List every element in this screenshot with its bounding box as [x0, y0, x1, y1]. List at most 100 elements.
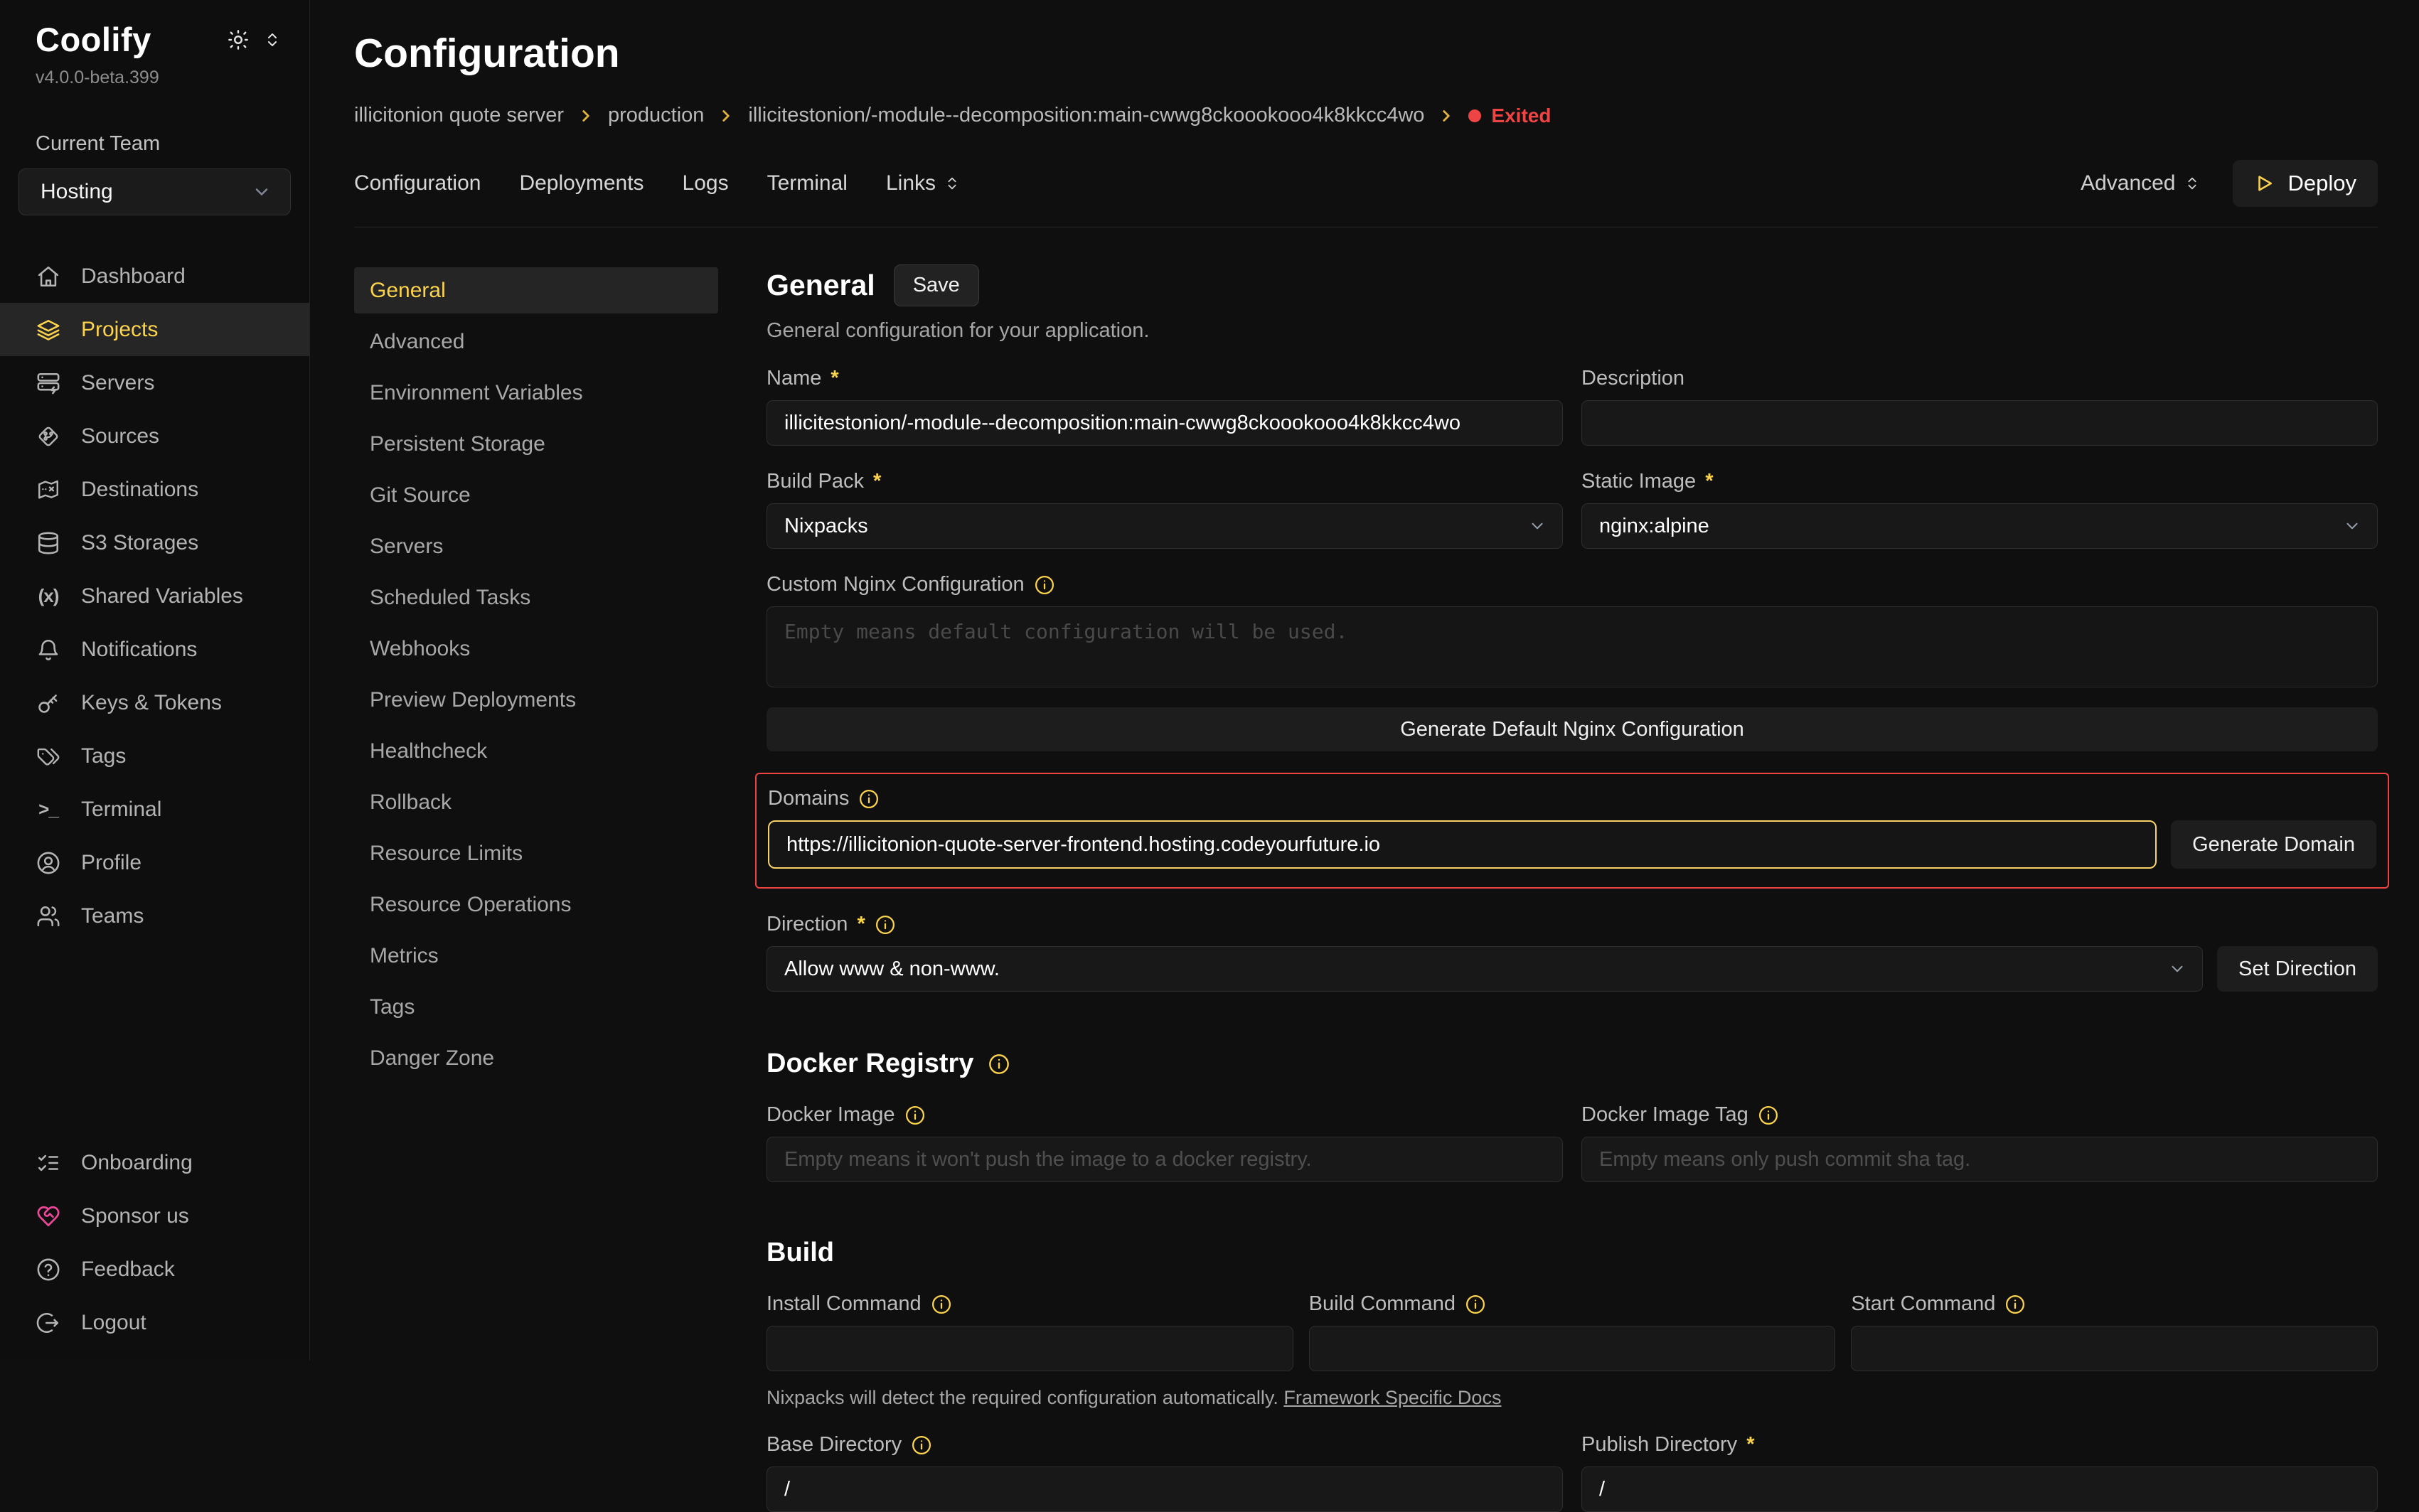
sidebar-item-tags[interactable]: Tags [0, 729, 309, 783]
sidebar-item-dashboard[interactable]: Dashboard [0, 250, 309, 303]
team-select[interactable]: Hosting [18, 168, 291, 215]
direction-value: Allow www & non-www. [784, 958, 1000, 981]
subnav-scheduled-tasks[interactable]: Scheduled Tasks [354, 574, 718, 621]
sidebar-item-shared-variables[interactable]: (x) Shared Variables [0, 569, 309, 623]
start-command-label: Start Command [1851, 1292, 1995, 1316]
tab-links[interactable]: Links [886, 171, 960, 195]
sidebar-item-servers[interactable]: Servers [0, 356, 309, 409]
info-icon[interactable] [904, 1105, 926, 1126]
sidebar-item-label: Sources [81, 424, 159, 449]
subnav-metrics[interactable]: Metrics [354, 933, 718, 979]
subnav-healthcheck[interactable]: Healthcheck [354, 728, 718, 774]
domains-input[interactable] [768, 820, 2157, 869]
sidebar-item-terminal[interactable]: >_ Terminal [0, 783, 309, 836]
info-icon[interactable] [911, 1435, 932, 1456]
general-subtitle: General configuration for your applicati… [767, 319, 2378, 343]
info-icon[interactable] [875, 914, 896, 935]
direction-select[interactable]: Allow www & non-www. [767, 946, 2203, 992]
subnav-advanced[interactable]: Advanced [354, 318, 718, 365]
static-image-select[interactable]: nginx:alpine [1581, 503, 2378, 549]
advanced-menu[interactable]: Advanced [2081, 171, 2199, 195]
sidebar-item-feedback[interactable]: Feedback [0, 1243, 309, 1296]
info-icon[interactable] [1465, 1294, 1486, 1315]
domains-highlight-box: Domains Generate Domain [755, 773, 2389, 889]
chevron-down-icon [2168, 960, 2186, 978]
sidebar-item-keys-tokens[interactable]: Keys & Tokens [0, 676, 309, 729]
info-icon[interactable] [931, 1294, 952, 1315]
generate-domain-button[interactable]: Generate Domain [2171, 820, 2376, 869]
info-icon[interactable] [1034, 574, 1055, 596]
map-icon [36, 477, 61, 503]
chevrons-up-down-icon [2184, 176, 2200, 191]
tab-bar: Configuration Deployments Logs Terminal … [354, 160, 2378, 227]
sidebar-item-label: Sponsor us [81, 1204, 189, 1228]
tab-deployments[interactable]: Deployments [519, 171, 644, 195]
sidebar-collapse-icon[interactable] [264, 31, 281, 48]
tab-logs[interactable]: Logs [683, 171, 729, 195]
base-directory-input[interactable] [767, 1467, 1563, 1512]
custom-nginx-textarea[interactable] [767, 606, 2378, 687]
subnav-preview-deployments[interactable]: Preview Deployments [354, 677, 718, 723]
info-icon[interactable] [988, 1053, 1010, 1076]
team-select-value: Hosting [41, 180, 113, 204]
sidebar-item-onboarding[interactable]: Onboarding [0, 1136, 309, 1189]
subnav-servers[interactable]: Servers [354, 523, 718, 569]
docker-image-tag-group: Docker Image Tag [1581, 1079, 2378, 1182]
install-command-input[interactable] [767, 1326, 1293, 1371]
info-icon[interactable] [858, 788, 880, 810]
sidebar-item-notifications[interactable]: Notifications [0, 623, 309, 676]
theme-sun-icon[interactable] [227, 28, 250, 51]
save-button[interactable]: Save [894, 264, 979, 306]
generate-nginx-button[interactable]: Generate Default Nginx Configuration [767, 707, 2378, 751]
sidebar-footer-nav: Onboarding Sponsor us Feedback Logout [0, 1136, 309, 1349]
framework-docs-link[interactable]: Framework Specific Docs [1283, 1387, 1501, 1408]
sidebar-item-sources[interactable]: Sources [0, 409, 309, 463]
install-command-label: Install Command [767, 1292, 922, 1316]
sidebar-item-teams[interactable]: Teams [0, 889, 309, 943]
build-command-input[interactable] [1309, 1326, 1836, 1371]
subnav-danger-zone[interactable]: Danger Zone [354, 1035, 718, 1081]
subnav-tags[interactable]: Tags [354, 984, 718, 1030]
sidebar-item-logout[interactable]: Logout [0, 1296, 309, 1349]
publish-directory-input[interactable] [1581, 1467, 2378, 1512]
home-icon [36, 264, 61, 289]
docker-image-input[interactable] [767, 1137, 1563, 1182]
name-input[interactable] [767, 400, 1563, 446]
tab-configuration[interactable]: Configuration [354, 171, 481, 195]
sidebar-item-label: Servers [81, 371, 154, 395]
build-pack-select[interactable]: Nixpacks [767, 503, 1563, 549]
sidebar-item-destinations[interactable]: Destinations [0, 463, 309, 516]
subnav-resource-limits[interactable]: Resource Limits [354, 830, 718, 876]
tab-terminal[interactable]: Terminal [767, 171, 848, 195]
info-icon[interactable] [1758, 1105, 1779, 1126]
play-icon [2254, 173, 2275, 194]
docker-image-tag-label: Docker Image Tag [1581, 1103, 1748, 1127]
breadcrumb-environment[interactable]: production [608, 104, 704, 127]
custom-nginx-label: Custom Nginx Configuration [767, 573, 1025, 596]
breadcrumb-project[interactable]: illicitonion quote server [354, 104, 564, 127]
subnav-persistent-storage[interactable]: Persistent Storage [354, 421, 718, 467]
subnav-general[interactable]: General [354, 267, 718, 313]
subnav-environment-variables[interactable]: Environment Variables [354, 370, 718, 416]
subnav-webhooks[interactable]: Webhooks [354, 626, 718, 672]
sidebar-item-sponsor-us[interactable]: Sponsor us [0, 1189, 309, 1243]
version-label: v4.0.0-beta.399 [0, 68, 309, 88]
docker-image-tag-input[interactable] [1581, 1137, 2378, 1182]
install-command-group: Install Command [767, 1268, 1293, 1371]
sidebar-item-projects[interactable]: Projects [0, 303, 309, 356]
deploy-button[interactable]: Deploy [2233, 160, 2378, 207]
set-direction-button[interactable]: Set Direction [2217, 946, 2378, 992]
domains-label: Domains [768, 787, 849, 810]
subnav-rollback[interactable]: Rollback [354, 779, 718, 825]
info-icon[interactable] [2004, 1294, 2026, 1315]
sidebar-item-s3-storages[interactable]: S3 Storages [0, 516, 309, 569]
breadcrumb-application[interactable]: illicitestonion/-module--decomposition:m… [748, 104, 1424, 127]
description-input[interactable] [1581, 400, 2378, 446]
build-pack-group: Build Pack * Nixpacks [767, 446, 1563, 549]
sidebar-item-profile[interactable]: Profile [0, 836, 309, 889]
subnav-git-source[interactable]: Git Source [354, 472, 718, 518]
start-command-input[interactable] [1851, 1326, 2378, 1371]
description-label: Description [1581, 367, 1684, 390]
status-badge: Exited [1468, 104, 1551, 127]
subnav-resource-operations[interactable]: Resource Operations [354, 881, 718, 928]
